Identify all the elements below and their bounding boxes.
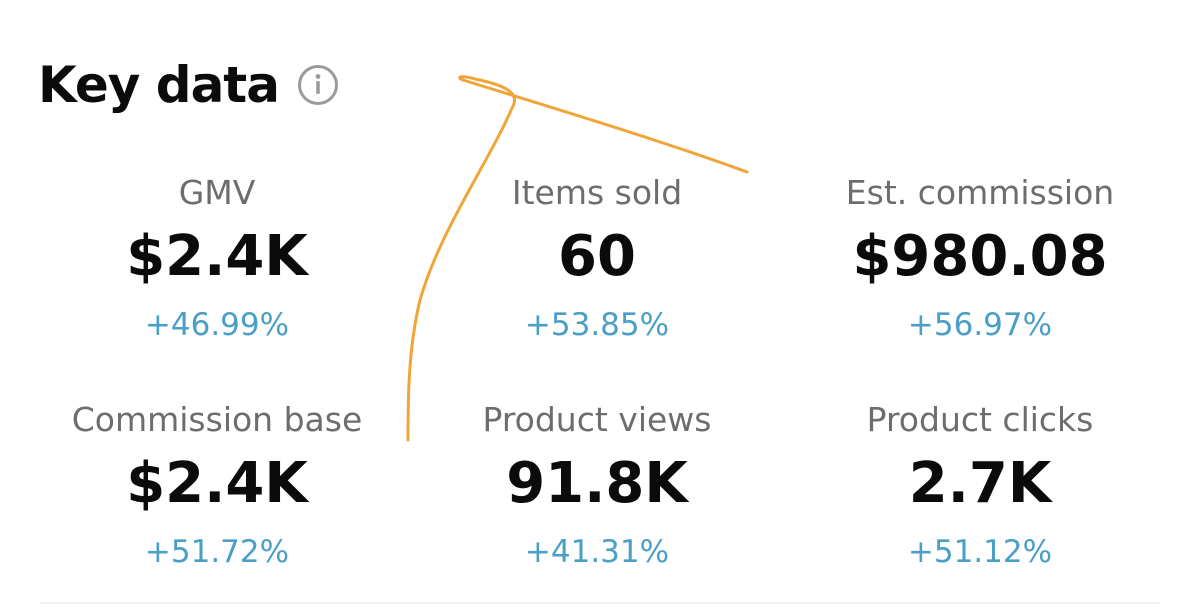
metric-value: $980.08 <box>852 224 1108 289</box>
divider <box>40 602 1160 604</box>
metric-label: Product views <box>482 400 712 439</box>
info-circle-icon[interactable] <box>297 64 339 106</box>
key-data-header: Key data <box>38 50 339 120</box>
metric-label: Est. commission <box>845 173 1115 212</box>
metric-gmv[interactable]: GMV $2.4K +46.99% <box>17 173 417 345</box>
metric-change: +51.12% <box>907 534 1053 570</box>
metric-change: +53.85% <box>524 307 670 343</box>
metric-commission-base[interactable]: Commission base $2.4K +51.72% <box>17 400 417 572</box>
metric-change: +41.31% <box>524 534 670 570</box>
page-title: Key data <box>38 56 280 114</box>
metric-label: Commission base <box>71 400 363 439</box>
metric-change: +51.72% <box>144 534 290 570</box>
metric-label: GMV <box>178 173 256 212</box>
metric-value: $2.4K <box>126 451 308 516</box>
metric-est-commission[interactable]: Est. commission $980.08 +56.97% <box>780 173 1180 345</box>
metric-product-views[interactable]: Product views 91.8K +41.31% <box>397 400 797 572</box>
metric-label: Items sold <box>511 173 683 212</box>
metric-change: +56.97% <box>907 307 1053 343</box>
metric-items-sold[interactable]: Items sold 60 +53.85% <box>397 173 797 345</box>
metric-change: +46.99% <box>144 307 290 343</box>
metric-value: 2.7K <box>908 451 1052 516</box>
metric-value: $2.4K <box>126 224 308 289</box>
metric-value: 91.8K <box>506 451 688 516</box>
metric-label: Product clicks <box>866 400 1094 439</box>
metric-product-clicks[interactable]: Product clicks 2.7K +51.12% <box>780 400 1180 572</box>
metric-value: 60 <box>558 224 636 289</box>
